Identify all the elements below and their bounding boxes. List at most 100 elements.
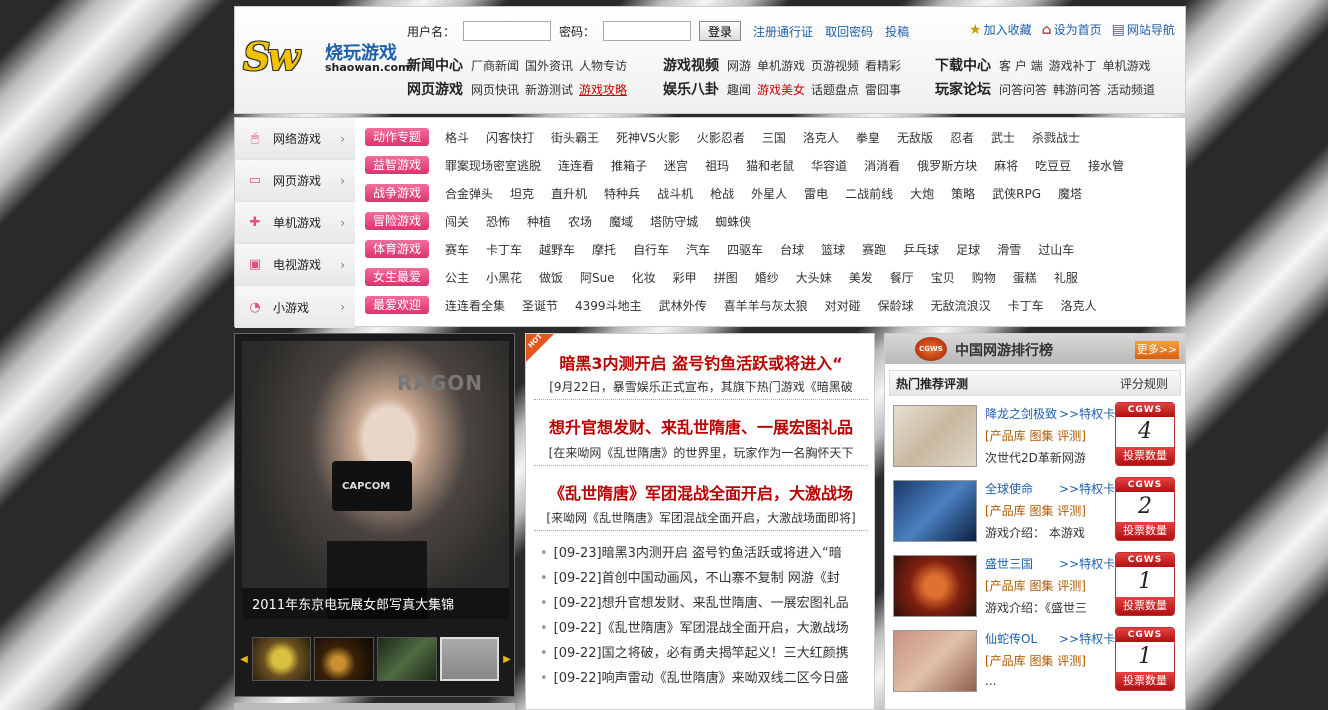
category-link[interactable]: 连连看全集 bbox=[445, 297, 505, 314]
nav-link[interactable]: 活动频道 bbox=[1107, 81, 1155, 98]
category-link[interactable]: 二战前线 bbox=[845, 185, 893, 202]
nav-link[interactable]: 看精彩 bbox=[865, 57, 901, 74]
password-input[interactable] bbox=[603, 21, 692, 41]
category-tag[interactable]: 冒险游戏 bbox=[365, 212, 429, 230]
leftnav-tv-games[interactable]: ▣ 电视游戏 › bbox=[235, 244, 355, 286]
category-link[interactable]: 雷电 bbox=[804, 185, 828, 202]
category-link[interactable]: 过山车 bbox=[1038, 241, 1074, 258]
category-link[interactable]: 礼服 bbox=[1054, 269, 1078, 286]
username-input[interactable] bbox=[463, 21, 552, 41]
category-link[interactable]: 直升机 bbox=[551, 185, 587, 202]
game-links[interactable]: [产品库 图集 评测] bbox=[985, 577, 1086, 594]
nav-link[interactable]: 国外资讯 bbox=[525, 57, 573, 74]
category-link[interactable]: 4399斗地主 bbox=[575, 297, 642, 314]
game-links[interactable]: [产品库 图集 评测] bbox=[985, 652, 1086, 669]
category-link[interactable]: 外星人 bbox=[751, 185, 787, 202]
category-link[interactable]: 杀戮战士 bbox=[1032, 129, 1080, 146]
category-link[interactable]: 汽车 bbox=[686, 241, 710, 258]
category-link[interactable]: 化妆 bbox=[632, 269, 656, 286]
category-link[interactable]: 塔防守城 bbox=[650, 213, 698, 230]
category-link[interactable]: 蛋糕 bbox=[1013, 269, 1037, 286]
category-link[interactable]: 四驱车 bbox=[727, 241, 763, 258]
nav-link[interactable]: 游戏美女 bbox=[757, 81, 805, 98]
game-name[interactable]: 全球使命 bbox=[985, 480, 1033, 497]
news-headline[interactable]: 暗黑3内测开启 盗号钓鱼活跃或将进入“ bbox=[526, 350, 876, 374]
category-link[interactable]: 小黑花 bbox=[486, 269, 522, 286]
category-link[interactable]: 洛克人 bbox=[1061, 297, 1097, 314]
category-link[interactable]: 阿Sue bbox=[580, 269, 615, 286]
category-link[interactable]: 彩甲 bbox=[673, 269, 697, 286]
more-button[interactable]: 更多>> bbox=[1135, 341, 1179, 359]
nav-download[interactable]: 下载中心 bbox=[935, 55, 991, 75]
category-link[interactable]: 祖玛 bbox=[705, 157, 729, 174]
thumbnail[interactable] bbox=[314, 637, 374, 681]
category-link[interactable]: 猫和老鼠 bbox=[746, 157, 794, 174]
category-link[interactable]: 忍者 bbox=[950, 129, 974, 146]
category-link[interactable]: 死神VS火影 bbox=[616, 129, 680, 146]
category-link[interactable]: 做饭 bbox=[539, 269, 563, 286]
nav-forum[interactable]: 玩家论坛 bbox=[935, 79, 991, 99]
news-list-item[interactable]: [09-22]响声雷动《乱世隋唐》来呦双线二区今日盛 bbox=[540, 666, 866, 691]
nav-link[interactable]: 游戏补丁 bbox=[1049, 57, 1097, 74]
category-link[interactable]: 种植 bbox=[527, 213, 551, 230]
category-tag[interactable]: 动作专题 bbox=[365, 128, 429, 146]
game-thumbnail[interactable] bbox=[893, 630, 977, 692]
news-list-item[interactable]: [09-22]《乱世隋唐》军团混战全面开启，大激战场 bbox=[540, 616, 866, 641]
category-link[interactable]: 枪战 bbox=[710, 185, 734, 202]
category-link[interactable]: 卡丁车 bbox=[1008, 297, 1044, 314]
category-link[interactable]: 拼图 bbox=[714, 269, 738, 286]
category-link[interactable]: 越野车 bbox=[539, 241, 575, 258]
nav-entertainment[interactable]: 娱乐八卦 bbox=[663, 79, 719, 99]
category-tag[interactable]: 体育游戏 bbox=[365, 240, 429, 258]
category-link[interactable]: 三国 bbox=[762, 129, 786, 146]
category-link[interactable]: 武士 bbox=[991, 129, 1015, 146]
leftnav-online-games[interactable]: 🖱 网络游戏 › bbox=[235, 118, 355, 160]
category-link[interactable]: 保龄球 bbox=[878, 297, 914, 314]
category-link[interactable]: 推箱子 bbox=[611, 157, 647, 174]
site-logo[interactable]: Sw 烧玩游戏 shaowan.com bbox=[243, 37, 410, 81]
category-link[interactable]: 拳皇 bbox=[856, 129, 880, 146]
category-tag[interactable]: 益智游戏 bbox=[365, 156, 429, 174]
category-link[interactable]: 连连看 bbox=[558, 157, 594, 174]
category-link[interactable]: 街头霸王 bbox=[551, 129, 599, 146]
category-link[interactable]: 罪案现场密室逃脱 bbox=[445, 157, 541, 174]
nav-link[interactable]: 趣闻 bbox=[727, 81, 751, 98]
nav-link[interactable]: 韩游问答 bbox=[1053, 81, 1101, 98]
game-thumbnail[interactable] bbox=[893, 480, 977, 542]
category-link[interactable]: 武侠RPG bbox=[992, 185, 1041, 202]
category-link[interactable]: 圣诞节 bbox=[522, 297, 558, 314]
category-link[interactable]: 策略 bbox=[951, 185, 975, 202]
category-link[interactable]: 购物 bbox=[972, 269, 996, 286]
category-link[interactable]: 格斗 bbox=[445, 129, 469, 146]
nav-link[interactable]: 雷囧事 bbox=[865, 81, 901, 98]
category-link[interactable]: 赛跑 bbox=[862, 241, 886, 258]
game-links[interactable]: [产品库 图集 评测] bbox=[985, 427, 1086, 444]
game-thumbnail[interactable] bbox=[893, 405, 977, 467]
retrieve-password-link[interactable]: 取回密码 bbox=[825, 23, 873, 40]
submit-link[interactable]: 投稿 bbox=[885, 23, 909, 40]
category-link[interactable]: 魔域 bbox=[609, 213, 633, 230]
news-list-item[interactable]: [09-22]想升官想发财、来乱世隋唐、一展宏图礼品 bbox=[540, 591, 866, 616]
privilege-card-link[interactable]: >>特权卡 bbox=[1059, 405, 1115, 422]
category-link[interactable]: 魔塔 bbox=[1058, 185, 1082, 202]
category-link[interactable]: 宝贝 bbox=[931, 269, 955, 286]
game-thumbnail[interactable] bbox=[893, 555, 977, 617]
game-name[interactable]: 仙蛇传OL bbox=[985, 630, 1037, 647]
category-tag[interactable]: 女生最爱 bbox=[365, 268, 429, 286]
nav-link[interactable]: 单机游戏 bbox=[1103, 57, 1151, 74]
thumbnail[interactable] bbox=[251, 637, 312, 681]
category-link[interactable]: 滑雪 bbox=[997, 241, 1021, 258]
category-link[interactable]: 恐怖 bbox=[486, 213, 510, 230]
game-links[interactable]: [产品库 图集 评测] bbox=[985, 502, 1086, 519]
category-link[interactable]: 坦克 bbox=[510, 185, 534, 202]
news-list-item[interactable]: [09-23]暗黑3内测开启 盗号钓鱼活跃或将进入“暗 bbox=[540, 541, 866, 566]
category-link[interactable]: 无敌版 bbox=[897, 129, 933, 146]
category-link[interactable]: 火影忍者 bbox=[697, 129, 745, 146]
category-link[interactable]: 麻将 bbox=[994, 157, 1018, 174]
category-link[interactable]: 婚纱 bbox=[755, 269, 779, 286]
category-link[interactable]: 华容道 bbox=[811, 157, 847, 174]
category-link[interactable]: 无敌流浪汉 bbox=[931, 297, 991, 314]
category-link[interactable]: 闯关 bbox=[445, 213, 469, 230]
nav-link[interactable]: 网页快讯 bbox=[471, 81, 519, 98]
nav-link[interactable]: 客 户 端 bbox=[999, 57, 1043, 74]
